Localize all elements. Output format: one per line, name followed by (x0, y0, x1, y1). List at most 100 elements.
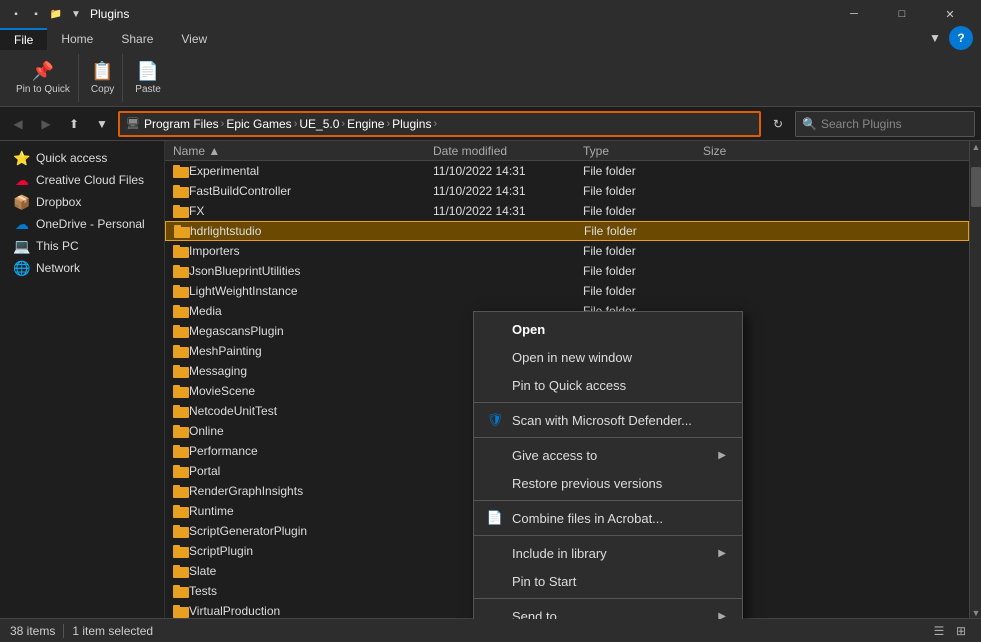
status-separator (63, 624, 64, 638)
minimize-button[interactable]: ─ (831, 0, 877, 28)
sidebar-item-this-pc[interactable]: 💻 This PC (0, 235, 164, 257)
sidebar: ⭐ Quick access ☁ Creative Cloud Files 📦 … (0, 141, 165, 619)
folder-icon (173, 544, 189, 558)
tab-file[interactable]: File (0, 28, 47, 50)
ctx-pin-start[interactable]: Pin to Start (474, 567, 742, 595)
file-name: Portal (189, 464, 433, 478)
folder-icon (173, 484, 189, 498)
ctx-combine-acrobat[interactable]: 📄 Combine files in Acrobat... (474, 504, 742, 532)
file-row-selected[interactable]: hdrlightstudio File folder (165, 221, 969, 241)
folder-icon (173, 284, 189, 298)
file-row[interactable]: LightWeightInstance File folder (165, 281, 969, 301)
ctx-open-new-window[interactable]: Open in new window (474, 343, 742, 371)
col-header-type[interactable]: Type (583, 144, 703, 158)
tab-home[interactable]: Home (47, 28, 107, 50)
file-name: Media (189, 304, 433, 318)
title-icon-1: ▪ (8, 6, 24, 22)
network-icon: 🌐 (14, 260, 30, 276)
right-scrollbar[interactable]: ▲ ▼ (969, 141, 981, 619)
crumb-epic-games[interactable]: Epic Games (226, 117, 291, 131)
ctx-pin-quick[interactable]: Pin to Quick access (474, 371, 742, 399)
acrobat-icon: 📄 (486, 509, 504, 527)
back-button[interactable]: ◀ (6, 112, 30, 136)
address-folder-icon: 🖥 (126, 117, 140, 130)
file-row[interactable]: FX 11/10/2022 14:31 File folder (165, 201, 969, 221)
sidebar-item-quick-access[interactable]: ⭐ Quick access (0, 147, 164, 169)
title-icon-2: ▪ (28, 6, 44, 22)
ctx-scan-defender[interactable]: 🛡 Scan with Microsoft Defender... (474, 406, 742, 434)
ctx-open-label: Open (512, 322, 545, 337)
forward-button[interactable]: ▶ (34, 112, 58, 136)
tab-view[interactable]: View (167, 28, 221, 50)
file-name: MovieScene (189, 384, 433, 398)
crumb-plugins[interactable]: Plugins (392, 117, 431, 131)
crumb-ue50[interactable]: UE_5.0 (299, 117, 339, 131)
file-type: File folder (583, 284, 703, 298)
maximize-button[interactable]: □ (879, 0, 925, 28)
ctx-restore-label: Restore previous versions (512, 476, 662, 491)
col-header-name[interactable]: Name ▲ (173, 144, 433, 158)
ctx-pin-quick-left: Pin to Quick access (486, 376, 626, 394)
file-name: hdrlightstudio (190, 224, 434, 238)
ribbon-pin-quick-access[interactable]: 📌 Pin to Quick (8, 54, 79, 102)
ctx-open[interactable]: Open (474, 315, 742, 343)
title-bar-icons: ▪ ▪ 📁 ▼ (8, 6, 84, 22)
folder-icon (173, 204, 189, 218)
ctx-include-library[interactable]: Include in library ▶ (474, 539, 742, 567)
file-list[interactable]: Name ▲ Date modified Type Size Experimen… (165, 141, 969, 619)
send-to-icon (486, 607, 504, 619)
scroll-up-btn[interactable]: ▲ (970, 141, 981, 153)
help-icon[interactable]: ▼ (925, 28, 945, 48)
file-row[interactable]: Importers File folder (165, 241, 969, 261)
search-box[interactable]: 🔍 Search Plugins (795, 111, 975, 137)
col-header-size[interactable]: Size (703, 144, 783, 158)
file-row[interactable]: Experimental 11/10/2022 14:31 File folde… (165, 161, 969, 181)
crumb-program-files[interactable]: Program Files (144, 117, 219, 131)
folder-icon (173, 404, 189, 418)
file-type: File folder (583, 264, 703, 278)
sidebar-item-onedrive[interactable]: ☁ OneDrive - Personal (0, 213, 164, 235)
close-button[interactable]: ✕ (927, 0, 973, 28)
details-view-button[interactable]: ☰ (929, 621, 949, 641)
file-name: MegascansPlugin (189, 324, 433, 338)
ctx-pin-start-left: Pin to Start (486, 572, 576, 590)
ctx-open-left: Open (486, 320, 545, 338)
ctx-combine-left: 📄 Combine files in Acrobat... (486, 509, 663, 527)
crumb-engine[interactable]: Engine (347, 117, 384, 131)
file-name: RenderGraphInsights (189, 484, 433, 498)
tab-share[interactable]: Share (107, 28, 167, 50)
folder-icon (173, 424, 189, 438)
address-bar-row: ◀ ▶ ⬆ ▼ 🖥 Program Files › Epic Games › U… (0, 107, 981, 141)
file-name: Messaging (189, 364, 433, 378)
file-name: MeshPainting (189, 344, 433, 358)
refresh-button[interactable]: ↻ (765, 111, 791, 137)
file-row[interactable]: JsonBlueprintUtilities File folder (165, 261, 969, 281)
breadcrumb: Program Files › Epic Games › UE_5.0 › En… (144, 117, 437, 131)
col-header-date[interactable]: Date modified (433, 144, 583, 158)
file-type: File folder (583, 244, 703, 258)
large-icons-view-button[interactable]: ⊞ (951, 621, 971, 641)
file-type: File folder (583, 164, 703, 178)
sidebar-item-dropbox[interactable]: 📦 Dropbox (0, 191, 164, 213)
sidebar-item-creative-cloud[interactable]: ☁ Creative Cloud Files (0, 169, 164, 191)
ctx-give-access-label: Give access to (512, 448, 597, 463)
address-box[interactable]: 🖥 Program Files › Epic Games › UE_5.0 › … (118, 111, 761, 137)
sidebar-item-network[interactable]: 🌐 Network (0, 257, 164, 279)
ribbon-copy[interactable]: 📋 Copy (83, 54, 123, 102)
ribbon: File Home Share View ▼ ? 📌 Pin to Quick … (0, 28, 981, 107)
search-placeholder: Search Plugins (821, 117, 902, 131)
file-type: File folder (583, 184, 703, 198)
ctx-give-access[interactable]: Give access to ▶ (474, 441, 742, 469)
file-date: 11/10/2022 14:31 (433, 204, 583, 218)
up-button[interactable]: ⬆ (62, 112, 86, 136)
file-row[interactable]: FastBuildController 11/10/2022 14:31 Fil… (165, 181, 969, 201)
dropbox-icon: 📦 (14, 194, 30, 210)
ribbon-paste[interactable]: 📄 Paste (127, 54, 169, 102)
ctx-restore-versions[interactable]: Restore previous versions (474, 469, 742, 497)
sep2: › (294, 118, 298, 130)
help-button[interactable]: ? (949, 26, 973, 50)
library-icon (486, 544, 504, 562)
scroll-thumb[interactable] (971, 167, 981, 207)
ctx-send-to[interactable]: Send to ▶ (474, 602, 742, 619)
recent-locations-button[interactable]: ▼ (90, 112, 114, 136)
